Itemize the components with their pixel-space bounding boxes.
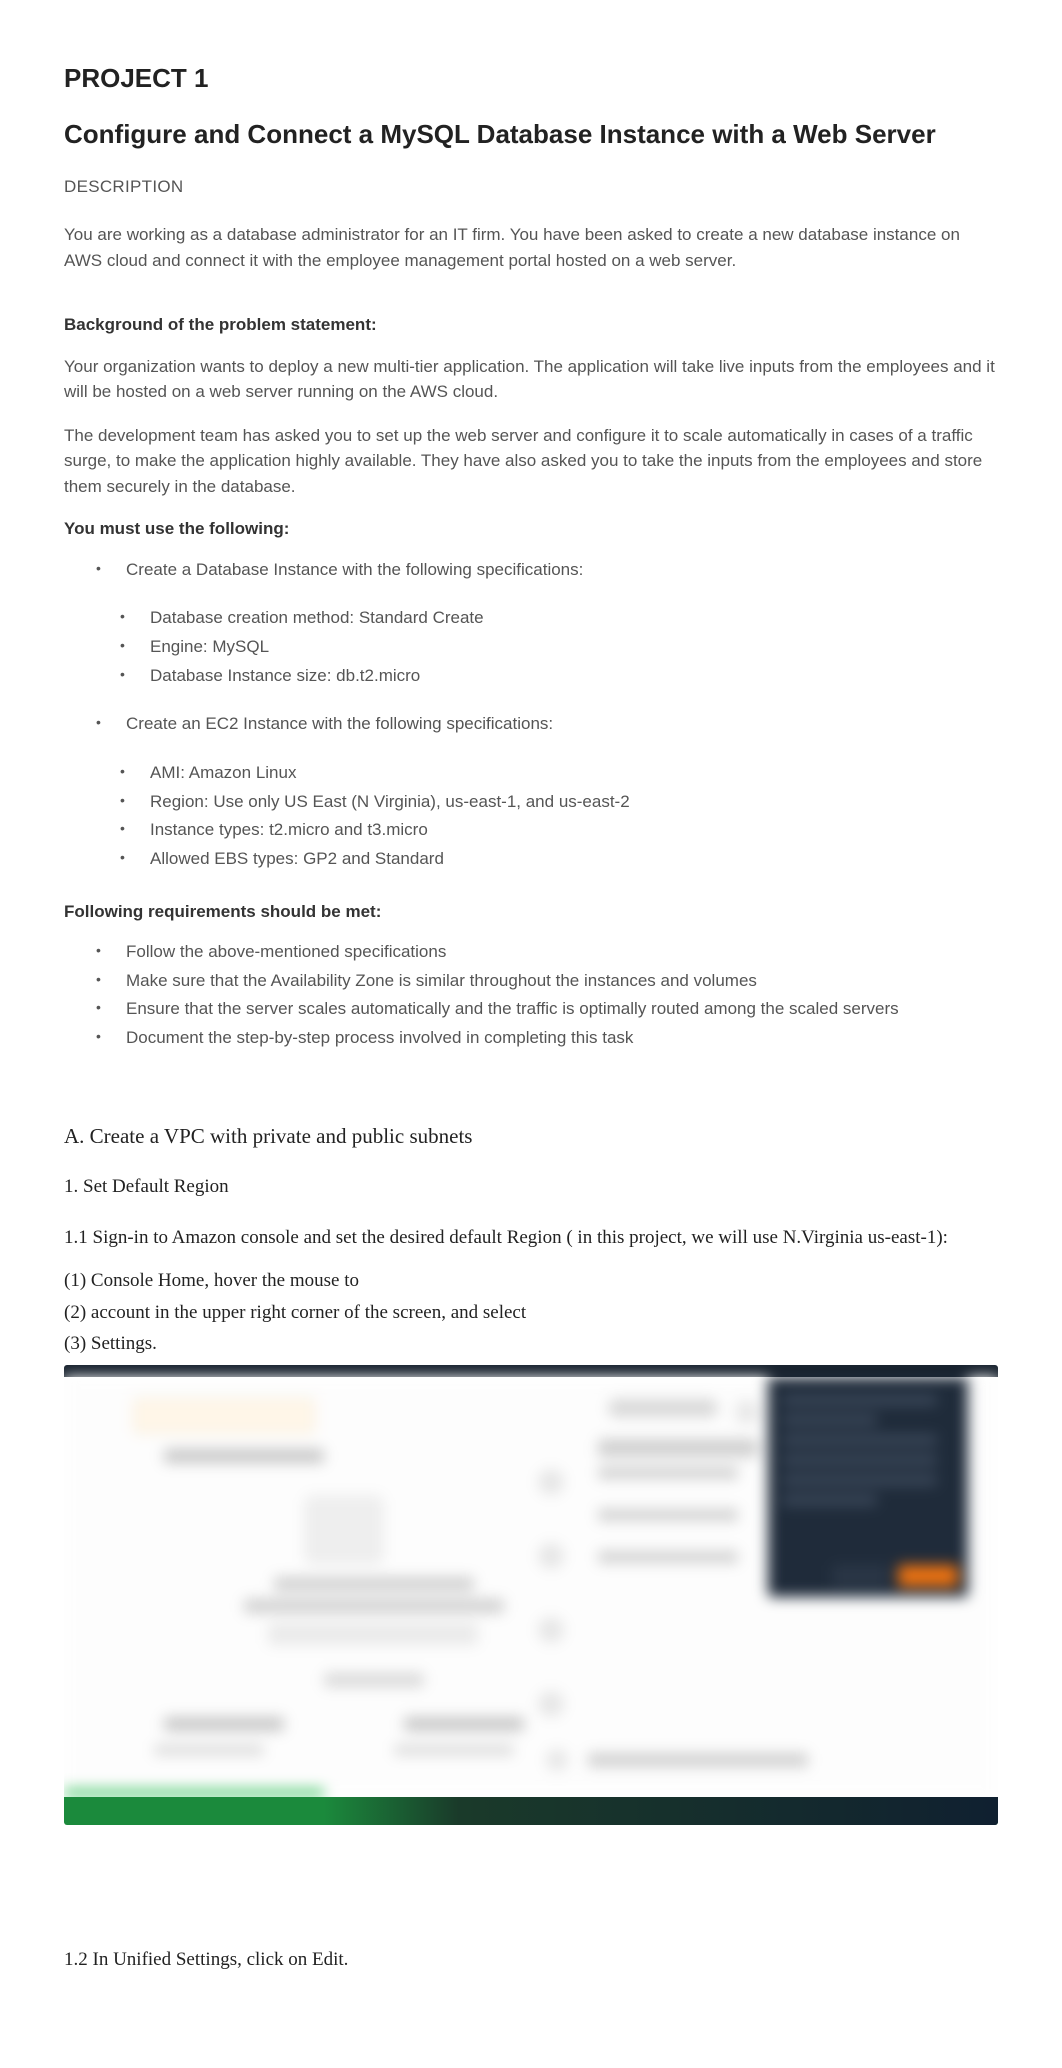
ec2-spec-item: Allowed EBS types: GP2 and Standard xyxy=(120,847,998,872)
page-title: Configure and Connect a MySQL Database I… xyxy=(64,116,998,154)
blurred-screenshot xyxy=(64,1365,998,1825)
req-item: Follow the above-mentioned specification… xyxy=(96,940,998,965)
background-heading: Background of the problem statement: xyxy=(64,313,998,338)
db-spec-item: Database creation method: Standard Creat… xyxy=(120,606,998,631)
description-label: DESCRIPTION xyxy=(64,175,998,200)
background-p2: The development team has asked you to se… xyxy=(64,423,998,500)
step-1-1-c: (3) Settings. xyxy=(64,1329,998,1358)
req-item: Make sure that the Availability Zone is … xyxy=(96,969,998,994)
req-item: Ensure that the server scales automatica… xyxy=(96,997,998,1022)
ec2-spec-item: Instance types: t2.micro and t3.micro xyxy=(120,818,998,843)
db-spec-item: Engine: MySQL xyxy=(120,635,998,660)
ec2-spec-heading: Create an EC2 Instance with the followin… xyxy=(96,712,998,737)
reqs-heading: Following requirements should be met: xyxy=(64,900,998,925)
step-1-1: 1.1 Sign-in to Amazon console and set th… xyxy=(64,1223,998,1252)
step-1-1-a: (1) Console Home, hover the mouse to xyxy=(64,1266,998,1295)
db-spec-item: Database Instance size: db.t2.micro xyxy=(120,664,998,689)
intro-paragraph: You are working as a database administra… xyxy=(64,222,998,273)
db-spec-heading: Create a Database Instance with the foll… xyxy=(96,558,998,583)
step-1-2: 1.2 In Unified Settings, click on Edit. xyxy=(64,1945,998,1974)
req-item: Document the step-by-step process involv… xyxy=(96,1026,998,1051)
project-label: PROJECT 1 xyxy=(64,60,998,98)
ec2-spec-item: Region: Use only US East (N Virginia), u… xyxy=(120,790,998,815)
ec2-spec-item: AMI: Amazon Linux xyxy=(120,761,998,786)
step-1-1-b: (2) account in the upper right corner of… xyxy=(64,1298,998,1327)
must-use-heading: You must use the following: xyxy=(64,517,998,542)
background-p1: Your organization wants to deploy a new … xyxy=(64,354,998,405)
step-1-heading: 1. Set Default Region xyxy=(64,1173,998,1201)
section-a-heading: A. Create a VPC with private and public … xyxy=(64,1121,998,1151)
